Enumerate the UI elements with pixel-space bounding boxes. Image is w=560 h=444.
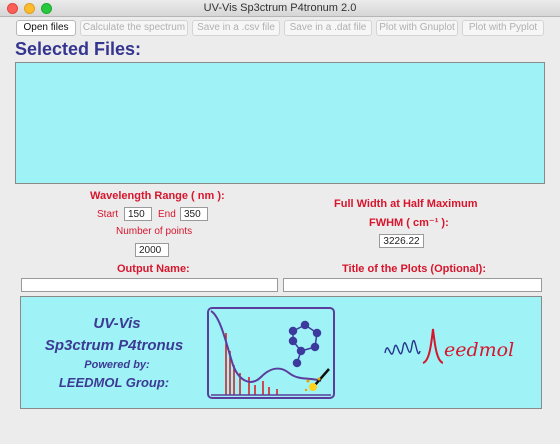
spectrum-molecule-logo-icon [207,307,335,399]
selected-files-list[interactable] [15,62,545,184]
open-files-button[interactable]: Open files [16,20,76,36]
fwhm-input[interactable] [379,234,424,248]
fwhm-heading: Full Width at Half Maximum [334,198,478,210]
leedmol-wave-icon [384,328,443,364]
plot-gnuplot-button[interactable]: Plot with Gnuplot [376,20,458,36]
minimize-window-icon[interactable] [24,3,35,14]
output-name-label: Output Name: [117,263,190,275]
plot-title-input[interactable] [283,278,542,292]
leedmol-logo-text: eedmol [444,339,515,361]
title-bar: UV-Vis Sp3ctrum P4tronum 2.0 [0,0,560,17]
banner-powered-by: Powered by: [84,359,150,371]
number-of-points-label: Number of points [116,226,193,237]
toolbar: Open files Calculate the spectrum Save i… [0,17,560,39]
window-title: UV-Vis Sp3ctrum P4tronum 2.0 [203,2,357,14]
banner-uvvis: UV-Vis [93,315,141,332]
calculate-spectrum-button[interactable]: Calculate the spectrum [80,20,188,36]
banner-app-name: Sp3ctrum P4tronus [44,337,184,354]
end-input[interactable] [180,207,208,221]
start-input[interactable] [124,207,152,221]
plot-pyplot-button[interactable]: Plot with Pyplot [462,20,544,36]
maximize-window-icon[interactable] [41,3,52,14]
fwhm-unit-heading: FWHM ( cm⁻¹ ): [369,217,449,229]
number-of-points-input[interactable] [135,243,169,257]
save-dat-button[interactable]: Save in a .dat file [284,20,372,36]
end-label: End [158,209,176,220]
save-csv-button[interactable]: Save in a .csv file [192,20,280,36]
start-label: Start [97,209,119,220]
banner-group: LEEDMOL Group: [58,375,170,390]
wavelength-range-heading: Wavelength Range ( nm ): [90,190,225,202]
plot-title-label: Title of the Plots (Optional): [342,263,487,275]
app-banner: UV-Vis Sp3ctrum P4tronus Powered by: LEE… [20,296,542,409]
selected-files-heading: Selected Files: [15,39,142,59]
close-window-icon[interactable] [7,3,18,14]
output-name-input[interactable] [21,278,278,292]
